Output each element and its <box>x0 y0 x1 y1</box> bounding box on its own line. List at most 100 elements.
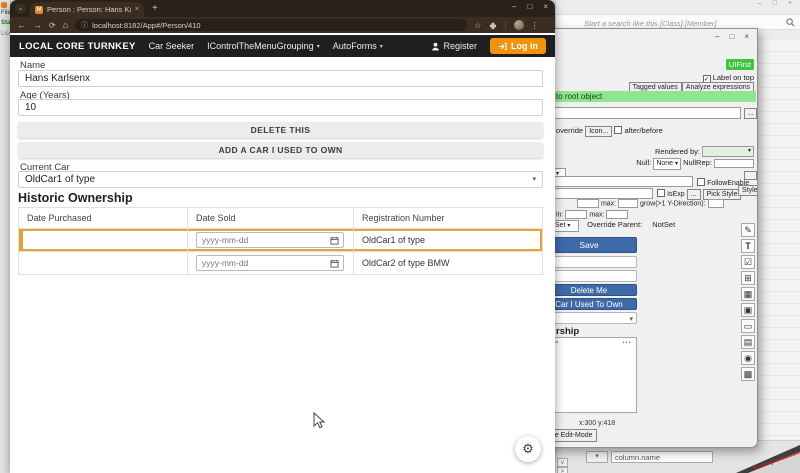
table-row[interactable]: OldCar2 of type BMW <box>19 251 542 274</box>
date-sold-cell <box>188 229 354 251</box>
grid-expander-collapse[interactable]: v <box>557 458 568 467</box>
expression-input[interactable] <box>541 107 741 119</box>
profile-avatar[interactable] <box>514 20 524 30</box>
blank-button[interactable] <box>744 171 757 180</box>
avatar-icon[interactable]: ▣ <box>741 303 755 317</box>
width-input[interactable] <box>577 199 599 208</box>
site-info-icon[interactable]: ⓘ <box>81 20 88 30</box>
navbar-brand[interactable]: LOCAL CORE TURNKEY <box>19 41 136 52</box>
designer-close-icon[interactable]: × <box>744 32 749 41</box>
settings-fab[interactable]: ⚙ <box>515 436 541 462</box>
after-before-checkbox[interactable] <box>614 126 622 134</box>
url-bar[interactable]: ⓘ localhost:8182/App#/Person/410 <box>75 19 467 31</box>
edit-icon[interactable]: ✎ <box>741 223 755 237</box>
null-dropdown[interactable]: None ▾ <box>653 158 681 170</box>
max-height-input[interactable] <box>606 210 628 219</box>
tab-search-icon[interactable]: ⌄ <box>15 3 26 14</box>
extensions-icon[interactable] <box>488 21 497 30</box>
preview-input-2[interactable] <box>541 270 637 282</box>
back-icon[interactable]: ← <box>17 20 26 30</box>
rendered-by-dropdown[interactable]: ▾ <box>702 146 754 157</box>
bg-close-icon[interactable]: × <box>788 0 792 7</box>
tab-close-icon[interactable]: × <box>135 6 139 13</box>
follow-enable-checkbox[interactable] <box>697 178 705 186</box>
bg-maximize-icon[interactable]: □ <box>773 0 777 7</box>
calendar-icon[interactable]: ▦ <box>741 287 755 301</box>
button-icon[interactable]: ▭ <box>741 319 755 333</box>
table-header-row: Date Purchased Date Sold Registration Nu… <box>19 208 542 228</box>
model-search-placeholder: Start a search like this [Class].[Member… <box>584 19 717 28</box>
grid-dropdown-cell[interactable]: ▾ <box>586 451 608 463</box>
nullrep-input[interactable] <box>714 159 754 168</box>
caret-down-icon: ▾ <box>748 147 751 156</box>
style-input-2[interactable] <box>541 188 653 199</box>
browser-close-icon[interactable]: × <box>543 2 548 11</box>
max-width-label: max: <box>601 200 616 207</box>
search-icon <box>786 18 795 27</box>
nav-item-autoforms[interactable]: AutoForms▾ <box>333 41 383 51</box>
preview-dropdown[interactable]: ▾ <box>541 312 637 324</box>
grid-icon[interactable]: ▩ <box>741 367 755 381</box>
bookmark-star-icon[interactable]: ☆ <box>474 21 481 30</box>
label-on-top-label: Label on top <box>713 73 754 82</box>
designer-minimize-icon[interactable]: – <box>715 32 719 41</box>
nav-item-car-seeker[interactable]: Car Seeker <box>149 41 195 51</box>
style-input-1[interactable] <box>541 176 693 187</box>
new-tab-button[interactable]: + <box>152 3 158 14</box>
height-input[interactable] <box>565 210 587 219</box>
image-icon[interactable]: ▤ <box>741 335 755 349</box>
table-row[interactable]: OldCar1 of type <box>19 228 542 251</box>
home-icon[interactable]: ⌂ <box>63 20 68 30</box>
forward-icon[interactable]: → <box>33 20 42 30</box>
login-button[interactable]: Log in <box>490 38 546 54</box>
register-button[interactable]: Register <box>431 41 477 51</box>
max-width-input[interactable] <box>618 199 638 208</box>
age-input[interactable] <box>18 99 543 116</box>
bg-minimize-icon[interactable]: – <box>758 0 762 7</box>
person-icon <box>431 42 440 51</box>
calendar-icon[interactable] <box>330 259 339 268</box>
date-purchased-cell <box>19 252 188 274</box>
list-more-button[interactable]: ... <box>622 336 632 345</box>
column-name-cell[interactable]: column.name <box>611 451 713 463</box>
browser-tab[interactable]: M Person : Person: Hans Karlsenx × <box>30 2 144 17</box>
styles-button[interactable]: Styles <box>738 185 758 196</box>
add-row-icon[interactable]: ⊞ <box>741 271 755 285</box>
checkbox-icon[interactable]: ☑ <box>741 255 755 269</box>
add-car-button[interactable]: ADD A CAR I USED TO OWN <box>18 142 543 158</box>
current-car-value: OldCar1 of type <box>25 174 95 185</box>
isexp-checkbox[interactable] <box>657 189 665 197</box>
preview-ownership-heading: rship <box>556 326 579 337</box>
caret-down-icon: ▾ <box>567 223 570 229</box>
coordinates-readout: x:300 y:418 <box>579 420 615 427</box>
icon-button[interactable]: Icon... <box>585 126 612 137</box>
browser-minimize-icon[interactable]: – <box>512 2 516 11</box>
current-car-select[interactable]: OldCar1 of type ▾ <box>18 171 543 188</box>
nav-item-menu-grouping[interactable]: IControlTheMenuGrouping▾ <box>207 41 320 51</box>
date-sold-input[interactable] <box>197 256 327 270</box>
gear-icon: ⚙ <box>522 441 534 456</box>
camera-icon[interactable]: ◉ <box>741 351 755 365</box>
delete-this-button[interactable]: DELETE THIS <box>18 122 543 138</box>
override-parent-value: NotSet <box>652 220 675 229</box>
date-sold-input[interactable] <box>197 233 327 247</box>
grow-input[interactable] <box>708 199 724 208</box>
uifirst-designer-window: – □ × UIFirst ✓ Label on top Tagged valu… <box>540 28 758 448</box>
grid-expander-expand[interactable]: > <box>557 467 568 473</box>
browser-maximize-icon[interactable]: □ <box>527 2 532 11</box>
designer-maximize-icon[interactable]: □ <box>729 32 734 41</box>
root-object-bar: to root object <box>541 91 756 102</box>
preview-save-button[interactable]: Save <box>541 237 637 253</box>
name-input[interactable] <box>18 70 543 87</box>
preview-car-used-button[interactable]: Car I Used To Own <box>541 298 637 310</box>
calendar-icon[interactable] <box>330 236 339 245</box>
preview-delete-me-button[interactable]: Delete Me <box>541 284 637 296</box>
override-parent-label: Override Parent: <box>587 220 642 229</box>
date-sold-cell <box>188 252 354 274</box>
text-icon[interactable]: T <box>741 239 755 253</box>
preview-input-1[interactable] <box>541 256 637 268</box>
browser-menu-icon[interactable]: ⋮ <box>531 21 539 30</box>
override-label: override <box>556 126 583 135</box>
reload-icon[interactable]: ⟳ <box>49 21 56 30</box>
expression-ellipsis-button[interactable]: ... <box>744 108 757 119</box>
